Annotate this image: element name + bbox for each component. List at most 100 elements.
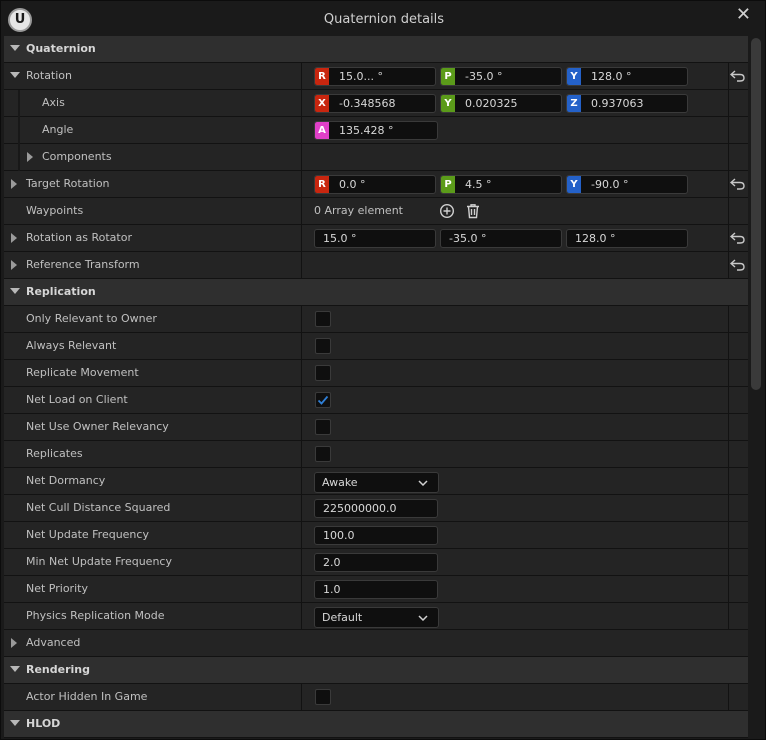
roll-badge: R xyxy=(315,176,329,193)
property-label: Advanced xyxy=(26,636,81,649)
property-components: Components xyxy=(4,144,748,171)
add-element-icon[interactable] xyxy=(439,203,455,219)
net-cull-distance-squared-field[interactable]: 225000000.0 xyxy=(314,499,438,518)
replicate-movement-checkbox[interactable] xyxy=(315,365,331,381)
target-yaw-field[interactable]: Y -90.0 ° xyxy=(566,175,688,194)
title-bar: U Quaternion details ✕ xyxy=(1,1,765,36)
expand-arrow-icon[interactable] xyxy=(11,260,17,270)
expand-arrow-icon[interactable] xyxy=(11,638,17,648)
chevron-down-icon xyxy=(418,480,428,486)
expand-arrow-icon[interactable] xyxy=(11,233,17,243)
angle-field[interactable]: A 135.428 ° xyxy=(314,121,438,140)
z-badge: Z xyxy=(567,95,581,112)
replicates-checkbox[interactable] xyxy=(315,446,331,462)
collapse-arrow-icon[interactable] xyxy=(10,288,20,294)
property-label: Target Rotation xyxy=(26,177,110,190)
rotator-yaw-field[interactable]: 128.0 ° xyxy=(566,229,688,248)
property-label: Physics Replication Mode xyxy=(26,609,165,622)
collapse-arrow-icon[interactable] xyxy=(10,720,20,726)
property-label: Reference Transform xyxy=(26,258,140,271)
property-advanced[interactable]: Advanced xyxy=(4,630,748,657)
section-hlod[interactable]: HLOD xyxy=(4,711,748,738)
property-axis: Axis X -0.348568 Y 0.020325 Z 0.937063 xyxy=(4,90,748,117)
target-roll-field[interactable]: R 0.0 ° xyxy=(314,175,436,194)
collapse-arrow-icon[interactable] xyxy=(10,45,20,51)
property-label: Components xyxy=(42,150,112,163)
property-rotation-as-rotator: Rotation as Rotator 15.0 ° -35.0 ° 128.0… xyxy=(4,225,748,252)
array-count: 0 Array element xyxy=(314,204,403,217)
only-relevant-to-owner-checkbox[interactable] xyxy=(315,311,331,327)
property-replicate-movement: Replicate Movement xyxy=(4,360,748,387)
close-button[interactable]: ✕ xyxy=(736,6,751,24)
expand-arrow-icon[interactable] xyxy=(27,152,33,162)
property-label: Waypoints xyxy=(26,204,84,217)
rotator-roll-field[interactable]: 15.0 ° xyxy=(314,229,436,248)
property-label: Axis xyxy=(42,96,65,109)
target-pitch-field[interactable]: P 4.5 ° xyxy=(440,175,562,194)
property-net-update-frequency: Net Update Frequency 100.0 xyxy=(4,522,748,549)
chevron-down-icon xyxy=(418,615,428,621)
property-always-relevant: Always Relevant xyxy=(4,333,748,360)
property-label: Always Relevant xyxy=(26,339,117,352)
property-label: Net Use Owner Relevancy xyxy=(26,420,169,433)
rotation-roll-field[interactable]: R 15.0... ° xyxy=(314,67,436,86)
scrollbar-thumb[interactable] xyxy=(751,38,761,390)
collapse-arrow-icon[interactable] xyxy=(10,72,20,78)
property-actor-hidden-in-game: Actor Hidden In Game xyxy=(4,684,748,711)
section-label: Replication xyxy=(26,285,96,298)
rotator-pitch-field[interactable]: -35.0 ° xyxy=(440,229,562,248)
always-relevant-checkbox[interactable] xyxy=(315,338,331,354)
angle-badge: A xyxy=(315,122,329,139)
section-label: HLOD xyxy=(26,717,61,730)
axis-z-field[interactable]: Z 0.937063 xyxy=(566,94,688,113)
property-waypoints: Waypoints 0 Array element xyxy=(4,198,748,225)
property-label: Replicates xyxy=(26,447,83,460)
net-update-frequency-field[interactable]: 100.0 xyxy=(314,526,438,545)
property-label: Net Priority xyxy=(26,582,88,595)
collapse-arrow-icon[interactable] xyxy=(10,666,20,672)
rotation-pitch-field[interactable]: P -35.0 ° xyxy=(440,67,562,86)
net-load-on-client-checkbox[interactable] xyxy=(315,392,331,408)
min-net-update-frequency-field[interactable]: 2.0 xyxy=(314,553,438,572)
property-label: Actor Hidden In Game xyxy=(26,690,148,703)
reset-to-default-icon[interactable] xyxy=(730,177,746,191)
physics-replication-mode-dropdown[interactable]: Default xyxy=(314,607,439,628)
reset-to-default-icon[interactable] xyxy=(730,231,746,245)
net-priority-field[interactable]: 1.0 xyxy=(314,580,438,599)
expand-arrow-icon[interactable] xyxy=(11,179,17,189)
property-label: Replicate Movement xyxy=(26,366,139,379)
section-replication[interactable]: Replication xyxy=(4,279,748,306)
property-label: Rotation as Rotator xyxy=(26,231,132,244)
net-use-owner-relevancy-checkbox[interactable] xyxy=(315,419,331,435)
section-rendering[interactable]: Rendering xyxy=(4,657,748,684)
axis-y-field[interactable]: Y 0.020325 xyxy=(440,94,562,113)
property-label: Only Relevant to Owner xyxy=(26,312,157,325)
net-dormancy-dropdown[interactable]: Awake xyxy=(314,472,439,493)
property-label: Net Load on Client xyxy=(26,393,128,406)
roll-badge: R xyxy=(315,68,329,85)
property-net-priority: Net Priority 1.0 xyxy=(4,576,748,603)
property-reference-transform: Reference Transform xyxy=(4,252,748,279)
property-label: Net Update Frequency xyxy=(26,528,149,541)
axis-x-field[interactable]: X -0.348568 xyxy=(314,94,436,113)
yaw-badge: Y xyxy=(567,176,581,193)
section-label: Rendering xyxy=(26,663,90,676)
property-label: Angle xyxy=(42,123,74,136)
property-net-dormancy: Net Dormancy Awake xyxy=(4,468,748,495)
property-target-rotation: Target Rotation R 0.0 ° P 4.5 ° Y -90.0 … xyxy=(4,171,748,198)
property-label: Net Dormancy xyxy=(26,474,106,487)
y-badge: Y xyxy=(441,95,455,112)
property-label: Min Net Update Frequency xyxy=(26,555,172,568)
reset-to-default-icon[interactable] xyxy=(730,69,746,83)
pitch-badge: P xyxy=(441,176,455,193)
actor-hidden-in-game-checkbox[interactable] xyxy=(315,689,331,705)
trash-icon[interactable] xyxy=(465,203,481,219)
section-label: Quaternion xyxy=(26,42,96,55)
property-min-net-update-frequency: Min Net Update Frequency 2.0 xyxy=(4,549,748,576)
reset-to-default-icon[interactable] xyxy=(730,258,746,272)
rotation-yaw-field[interactable]: Y 128.0 ° xyxy=(566,67,688,86)
property-label: Rotation xyxy=(26,69,73,82)
section-quaternion[interactable]: Quaternion xyxy=(4,36,748,63)
details-panel: Quaternion Rotation R 15.0... ° P -35.0 … xyxy=(4,36,748,739)
property-replicates: Replicates xyxy=(4,441,748,468)
